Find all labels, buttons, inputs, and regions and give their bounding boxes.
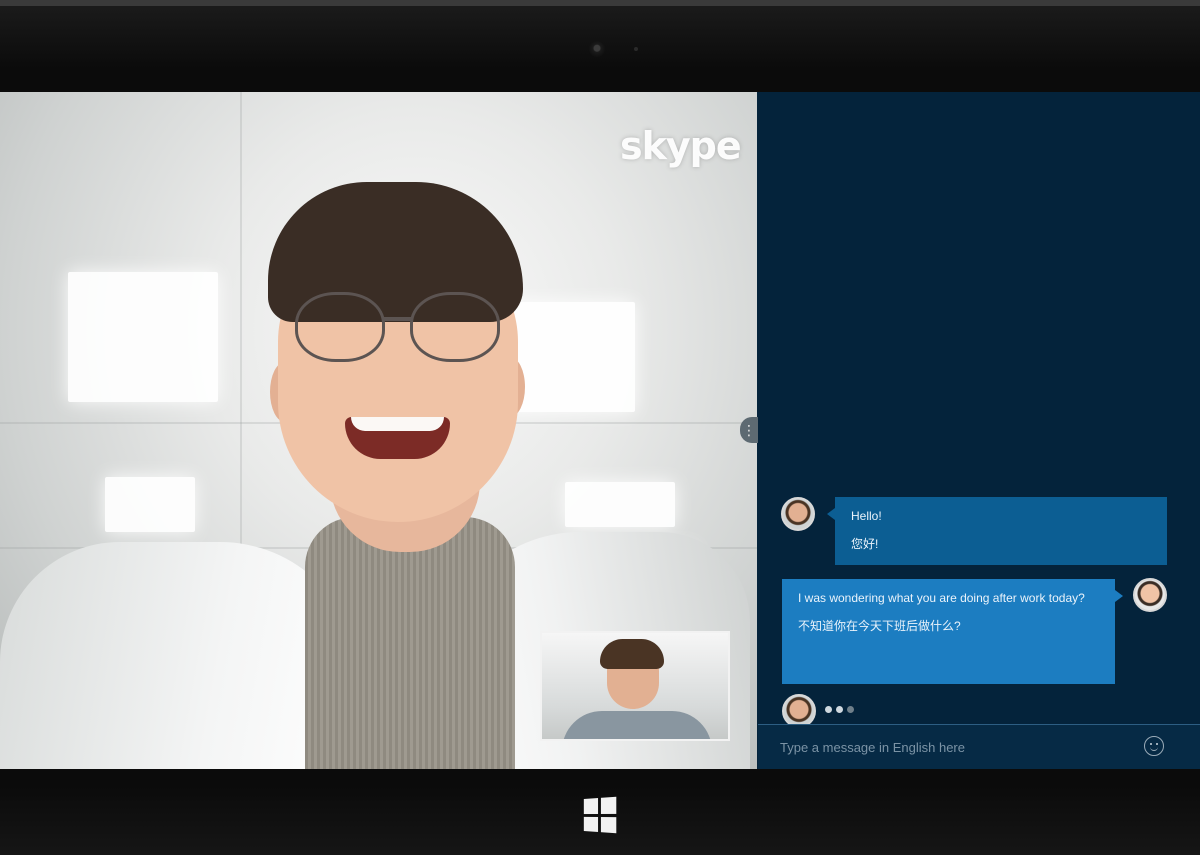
windows-logo-pane	[600, 816, 617, 834]
windows-logo-pane	[600, 796, 617, 814]
message-input[interactable]	[780, 736, 1140, 758]
smile	[345, 417, 450, 459]
message-translation: 您好!	[851, 537, 879, 551]
message-text: I was wondering what you are doing after…	[798, 591, 1085, 605]
glasses-right-lens	[410, 292, 500, 362]
windows-logo-icon[interactable]	[583, 796, 617, 834]
self-view-body	[562, 711, 712, 739]
glasses-left-lens	[295, 292, 385, 362]
chat-message-incoming: Hello! 您好!	[835, 497, 1167, 565]
chat-message-outgoing: I was wondering what you are doing after…	[782, 579, 1115, 684]
typing-indicator	[825, 706, 854, 713]
front-camera	[589, 41, 605, 57]
typing-dot	[847, 706, 854, 713]
glasses-bridge	[383, 317, 413, 321]
light-sensor	[634, 47, 638, 51]
teeth	[351, 417, 444, 431]
remote-video: skype	[0, 92, 757, 769]
typing-dot	[825, 706, 832, 713]
avatar	[781, 497, 815, 531]
self-view-video[interactable]	[540, 631, 730, 741]
windows-logo-pane	[583, 798, 598, 814]
message-text: Hello!	[851, 509, 882, 523]
bubble-pointer	[827, 508, 835, 520]
sweater	[305, 517, 515, 769]
bubble-pointer	[1115, 590, 1123, 602]
screen: skype ⋮ Hello! 您好! I was wondering what …	[0, 92, 1200, 769]
self-view-hair	[600, 639, 664, 669]
message-translation: 不知道你在今天下班后做什么?	[798, 619, 961, 633]
typing-dot	[836, 706, 843, 713]
windows-logo-pane	[583, 816, 598, 832]
more-vertical-icon[interactable]: ⋮	[740, 417, 758, 443]
device-bezel: skype ⋮ Hello! 您好! I was wondering what …	[0, 0, 1200, 855]
avatar	[782, 694, 816, 728]
message-composer	[758, 724, 1200, 769]
emoji-icon[interactable]	[1144, 736, 1164, 756]
avatar	[1133, 578, 1167, 612]
skype-logo: skype	[620, 124, 742, 168]
bezel-top-edge	[0, 0, 1200, 6]
